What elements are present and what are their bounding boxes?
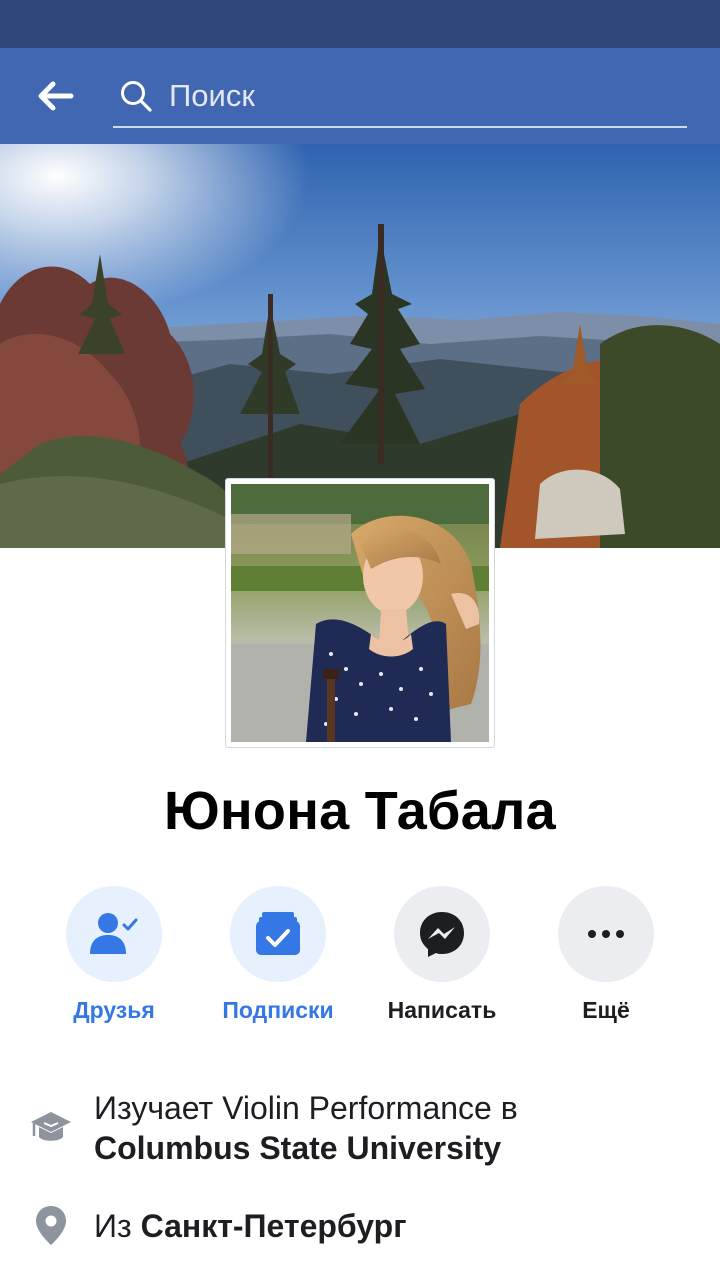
back-button[interactable] <box>30 70 82 122</box>
message-circle <box>394 886 490 982</box>
search-icon <box>121 81 152 112</box>
more-label: Ещё <box>582 997 630 1023</box>
education-prefix: Изучает Violin Performance в <box>94 1090 518 1126</box>
profile-name: Юнона Табала <box>164 781 556 841</box>
education-row[interactable]: Изучает Violin Performance в Columbus St… <box>0 1088 720 1178</box>
profile-picture[interactable] <box>225 478 495 748</box>
friends-check-icon <box>90 913 138 954</box>
profile-actions: Друзья Подписки Написать Ещё <box>0 886 720 1036</box>
message-button[interactable]: Написать <box>360 886 524 1024</box>
hometown-row[interactable]: Из Санкт-Петербург <box>0 1202 720 1252</box>
location-pin-icon <box>36 1206 66 1245</box>
following-label: Подписки <box>222 997 334 1023</box>
top-navigation-bar <box>0 48 720 144</box>
more-dots-icon <box>588 930 624 938</box>
profile-photo-image <box>231 484 489 742</box>
following-circle <box>230 886 326 982</box>
friends-button[interactable]: Друзья <box>32 886 196 1024</box>
more-circle <box>558 886 654 982</box>
following-icon <box>256 912 300 955</box>
following-button[interactable]: Подписки <box>196 886 360 1024</box>
message-label: Написать <box>387 997 497 1023</box>
messenger-icon <box>420 912 464 957</box>
friends-circle <box>66 886 162 982</box>
education-text: Изучает Violin Performance в Columbus St… <box>94 1088 518 1168</box>
more-button[interactable]: Ещё <box>524 886 688 1024</box>
back-arrow-icon <box>38 81 74 111</box>
friends-label: Друзья <box>73 997 155 1023</box>
education-school-link[interactable]: Columbus State University <box>94 1130 501 1166</box>
graduation-cap-icon <box>31 1112 71 1141</box>
hometown-text: Из Санкт-Петербург <box>94 1206 407 1246</box>
search-input[interactable] <box>167 66 681 126</box>
search-bar[interactable] <box>113 66 687 128</box>
hometown-prefix: Из <box>94 1208 132 1244</box>
hometown-city-link[interactable]: Санкт-Петербург <box>141 1208 407 1244</box>
status-bar <box>0 0 720 48</box>
